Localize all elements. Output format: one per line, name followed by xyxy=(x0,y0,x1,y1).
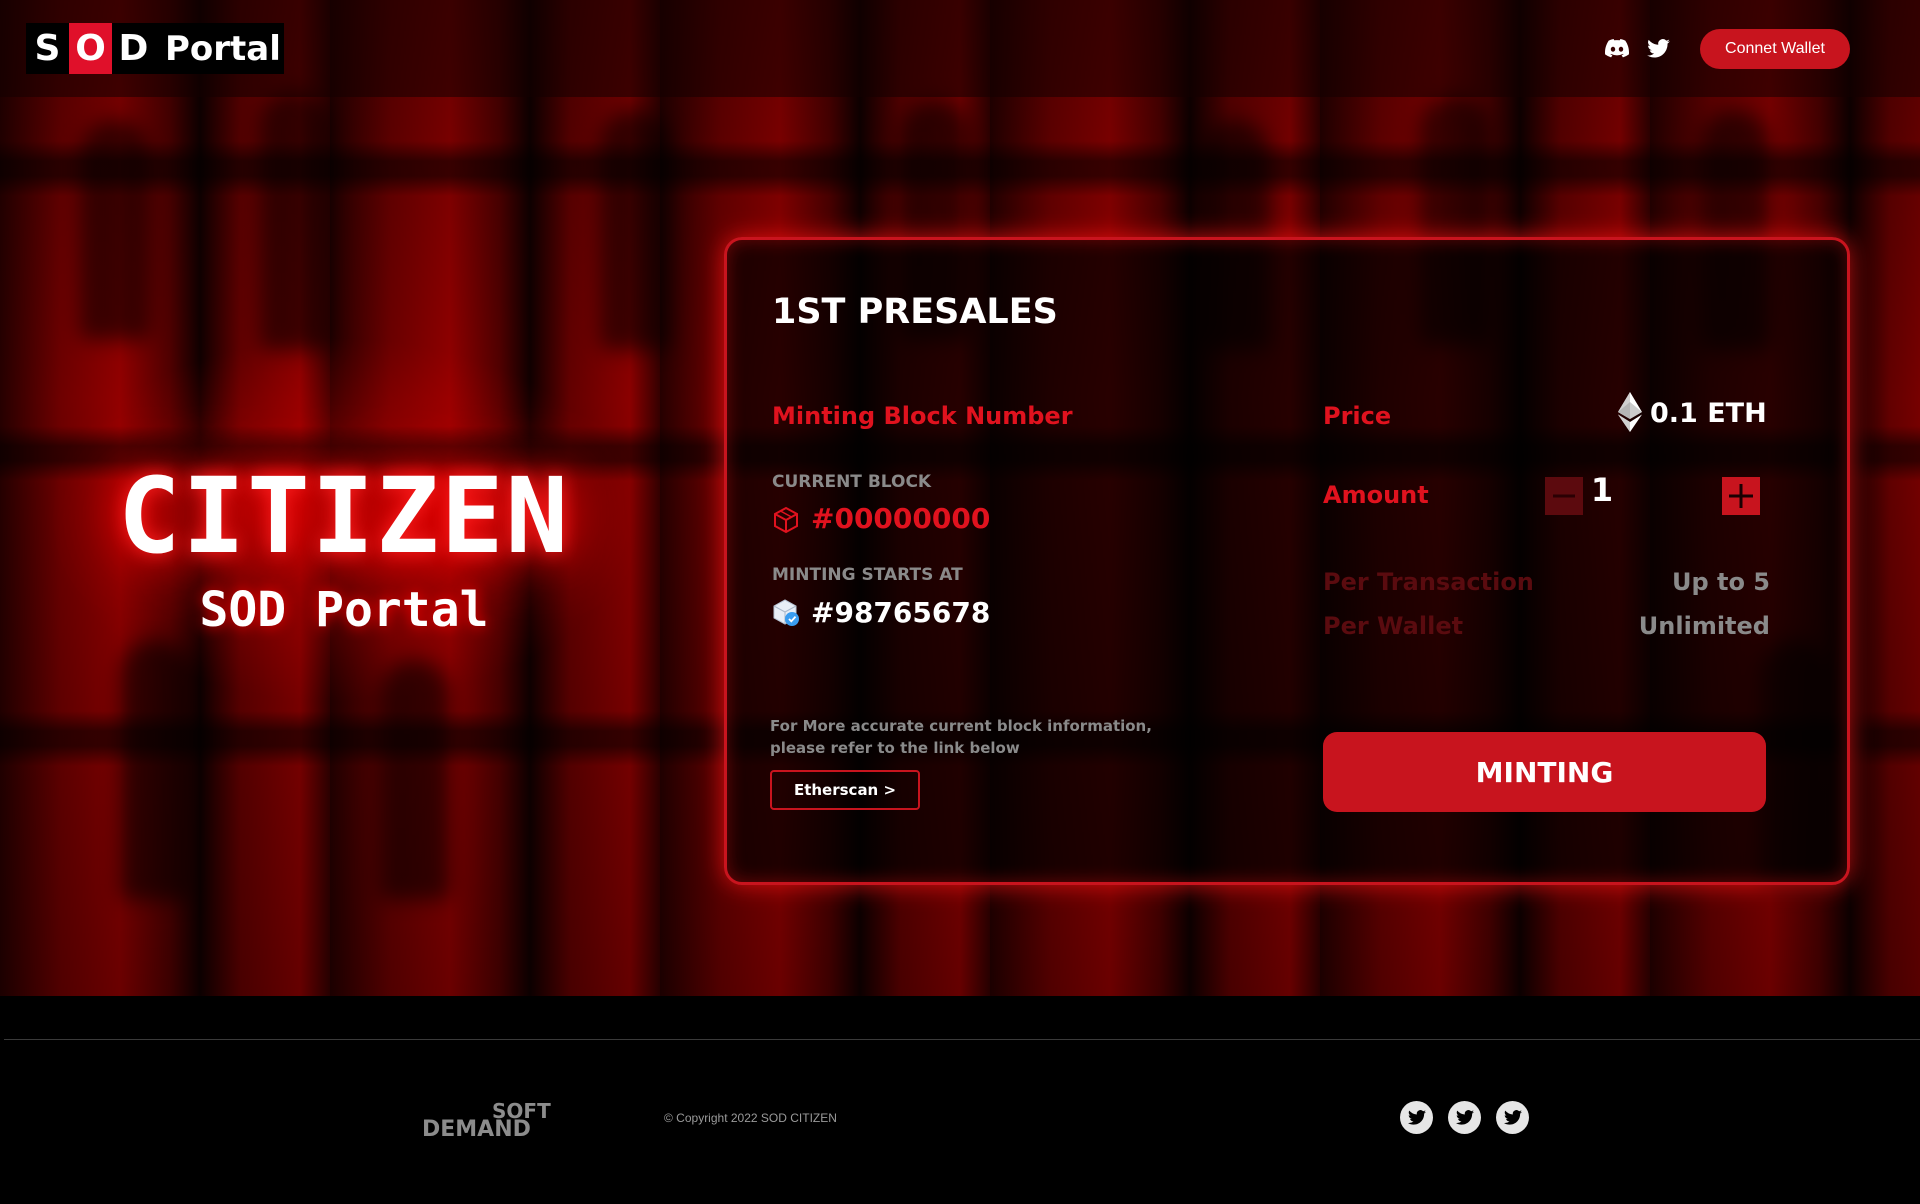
twitter-icon[interactable] xyxy=(1645,36,1671,60)
logo-letter-s: S xyxy=(34,28,61,69)
minting-button[interactable]: MINTING xyxy=(1323,732,1766,812)
minting-starts-label: MINTING STARTS AT xyxy=(772,565,963,585)
twitter-icon[interactable] xyxy=(1448,1101,1481,1134)
verified-cube-icon xyxy=(772,598,802,628)
etherscan-link-button[interactable]: Etherscan > xyxy=(770,770,920,810)
current-block-label: CURRENT BLOCK xyxy=(772,472,932,492)
block-cube-icon xyxy=(772,506,800,534)
minting-starts-value: #98765678 xyxy=(811,596,991,629)
logo-portal-text: Portal xyxy=(165,28,281,69)
increase-amount-button[interactable] xyxy=(1722,477,1760,515)
top-header: S O D Portal Connet Wallet xyxy=(0,0,1920,97)
amount-label: Amount xyxy=(1323,481,1429,509)
per-transaction-label: Per Transaction xyxy=(1323,568,1534,596)
copyright-text: © Copyright 2022 SOD CITIZEN xyxy=(664,1111,837,1125)
bg-figure xyxy=(380,660,450,900)
twitter-icon[interactable] xyxy=(1496,1101,1529,1134)
footer-divider xyxy=(4,1039,1920,1040)
bg-figure xyxy=(600,110,670,350)
bg-figure xyxy=(80,120,150,340)
per-wallet-label: Per Wallet xyxy=(1323,612,1464,640)
logo-letter-d: D xyxy=(118,28,149,69)
amount-value[interactable]: 1 xyxy=(1572,471,1632,509)
sod-portal-logo[interactable]: S O D Portal xyxy=(26,23,284,74)
per-transaction-value: Up to 5 xyxy=(1671,568,1770,596)
brand-bottom-text: DEMAND xyxy=(422,1117,531,1140)
bg-figure xyxy=(260,90,330,350)
logo-letter-o: O xyxy=(69,23,112,74)
panel-title: 1ST PRESALES xyxy=(772,292,1058,332)
presale-panel: 1ST PRESALES Minting Block Number CURREN… xyxy=(724,237,1850,885)
soft-on-demand-logo: SOFT DEMAND xyxy=(422,1099,594,1142)
citizen-title: CITIZEN xyxy=(117,455,571,577)
twitter-icon[interactable] xyxy=(1400,1101,1433,1134)
current-block-value: #00000000 xyxy=(811,502,991,535)
block-info-note: For More accurate current block informat… xyxy=(770,717,1152,757)
minting-block-label: Minting Block Number xyxy=(772,402,1073,430)
connect-wallet-button[interactable]: Connet Wallet xyxy=(1700,29,1850,69)
per-wallet-value: Unlimited xyxy=(1638,612,1770,640)
ethereum-icon xyxy=(1618,392,1642,432)
hero-subtitle: SOD Portal xyxy=(199,582,489,638)
price-value: 0.1 ETH xyxy=(1650,398,1767,429)
bg-figure xyxy=(120,640,190,900)
price-label: Price xyxy=(1323,402,1392,430)
discord-icon[interactable] xyxy=(1604,36,1630,60)
